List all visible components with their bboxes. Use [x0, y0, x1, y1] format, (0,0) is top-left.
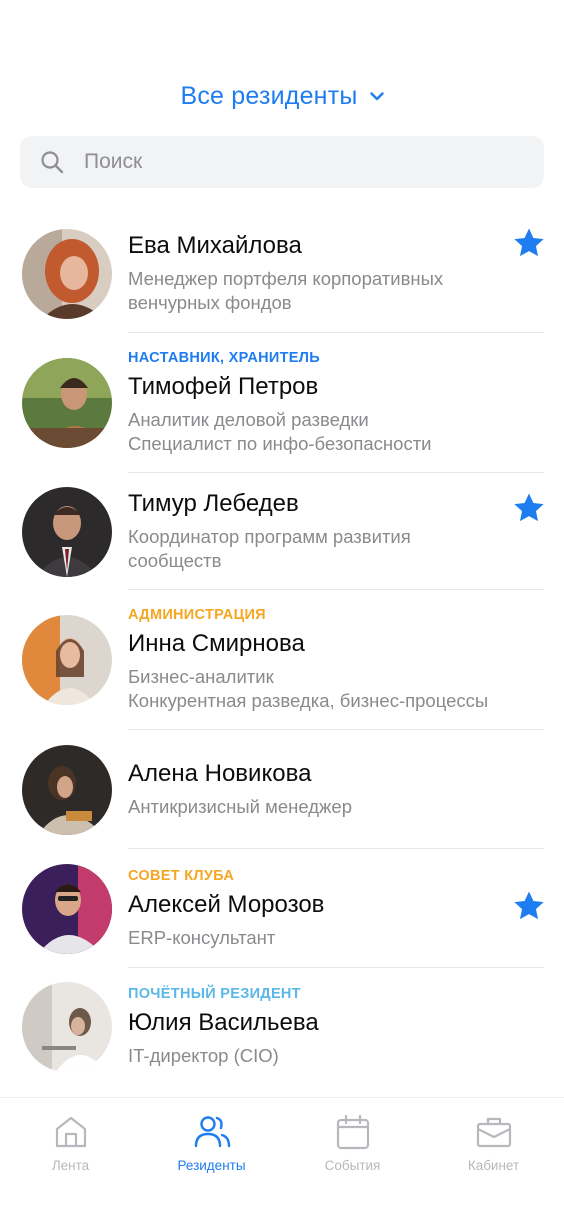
resident-description-line: сообществ [128, 550, 222, 571]
calendar-icon [336, 1114, 369, 1150]
search-icon [41, 151, 64, 174]
avatar [22, 486, 112, 577]
avatar [22, 228, 112, 319]
search-input[interactable] [84, 150, 484, 174]
resident-name: Алексей Морозов [128, 890, 325, 918]
resident-role-badge: ПОЧЁТНЫЙ РЕЗИДЕНТ [128, 986, 301, 1002]
resident-name: Юлия Васильева [128, 1009, 319, 1036]
list-item[interactable]: Тимур Лебедев Координатор программ разви… [0, 473, 564, 590]
resident-description-line: Специалист по инфо-безопасности [128, 433, 432, 454]
list-item[interactable]: Алена Новикова Антикризисный менеджер [0, 730, 564, 849]
list-item[interactable]: НАСТАВНИК, ХРАНИТЕЛЬ Тимофей Петров Анал… [0, 333, 564, 473]
resident-description-line: Менеджер портфеля корпоративных [128, 268, 444, 289]
star-icon[interactable] [512, 889, 546, 923]
resident-name: Инна Смирнова [128, 630, 305, 657]
tab-residents[interactable]: Резиденты [141, 1098, 282, 1218]
tab-events[interactable]: События [282, 1098, 423, 1218]
resident-description-line: ERP-консультант [128, 926, 276, 948]
tab-label: Кабинет [467, 1158, 520, 1173]
tab-label: Лента [51, 1158, 90, 1173]
resident-description-line: Аналитик деловой разведки [128, 409, 369, 430]
list-item[interactable]: АДМИНИСТРАЦИЯ Инна Смирнова Бизнес-анали… [0, 590, 564, 730]
list-item[interactable]: ПОЧЁТНЫЙ РЕЗИДЕНТ Юлия Васильева IT-дире… [0, 968, 564, 1086]
residents-list: Ева Михайлова Менеджер портфеля корпорат… [0, 214, 564, 1086]
tab-label: События [324, 1158, 381, 1173]
list-item[interactable]: Ева Михайлова Менеджер портфеля корпорат… [0, 214, 564, 333]
resident-description-line: IT-директор (CIO) [128, 1045, 279, 1066]
resident-description-line: Бизнес-аналитик [128, 666, 274, 687]
star-icon[interactable] [512, 491, 546, 525]
resident-description-line: Координатор программ развития [128, 526, 411, 547]
home-icon [55, 1116, 86, 1148]
chevron-down-icon [369, 91, 384, 101]
briefcase-icon [476, 1117, 511, 1148]
search-bar[interactable] [20, 136, 544, 188]
tab-bar: Лента Резиденты События Кабинет [0, 1098, 564, 1218]
avatar [22, 615, 112, 705]
tab-cabinet[interactable]: Кабинет [423, 1098, 564, 1218]
tab-feed[interactable]: Лента [0, 1098, 141, 1218]
resident-description-line: венчурных фондов [128, 292, 292, 313]
resident-name: Ева Михайлова [128, 232, 302, 259]
avatar [22, 982, 112, 1072]
people-icon [194, 1116, 230, 1148]
avatar [22, 744, 112, 835]
resident-name: Тимофей Петров [128, 373, 319, 400]
resident-description-line: Конкурентная разведка, бизнес-процессы [128, 690, 489, 711]
avatar [22, 358, 112, 448]
avatar [22, 863, 112, 954]
resident-description-line: Антикризисный менеджер [128, 796, 352, 817]
resident-name: Алена Новикова [128, 760, 312, 787]
list-item[interactable]: СОВЕТ КЛУБА Алексей Морозов ERP-консульт… [0, 849, 564, 968]
residents-filter-dropdown[interactable]: Все резиденты [0, 78, 564, 114]
page-title: Все резиденты [180, 81, 358, 110]
tab-label: Резиденты [177, 1158, 246, 1173]
star-icon[interactable] [512, 226, 546, 260]
resident-role-badge: СОВЕТ КЛУБА [128, 867, 235, 884]
resident-role-badge: НАСТАВНИК, ХРАНИТЕЛЬ [128, 350, 320, 366]
resident-name: Тимур Лебедев [128, 490, 299, 517]
resident-role-badge: АДМИНИСТРАЦИЯ [128, 607, 266, 623]
